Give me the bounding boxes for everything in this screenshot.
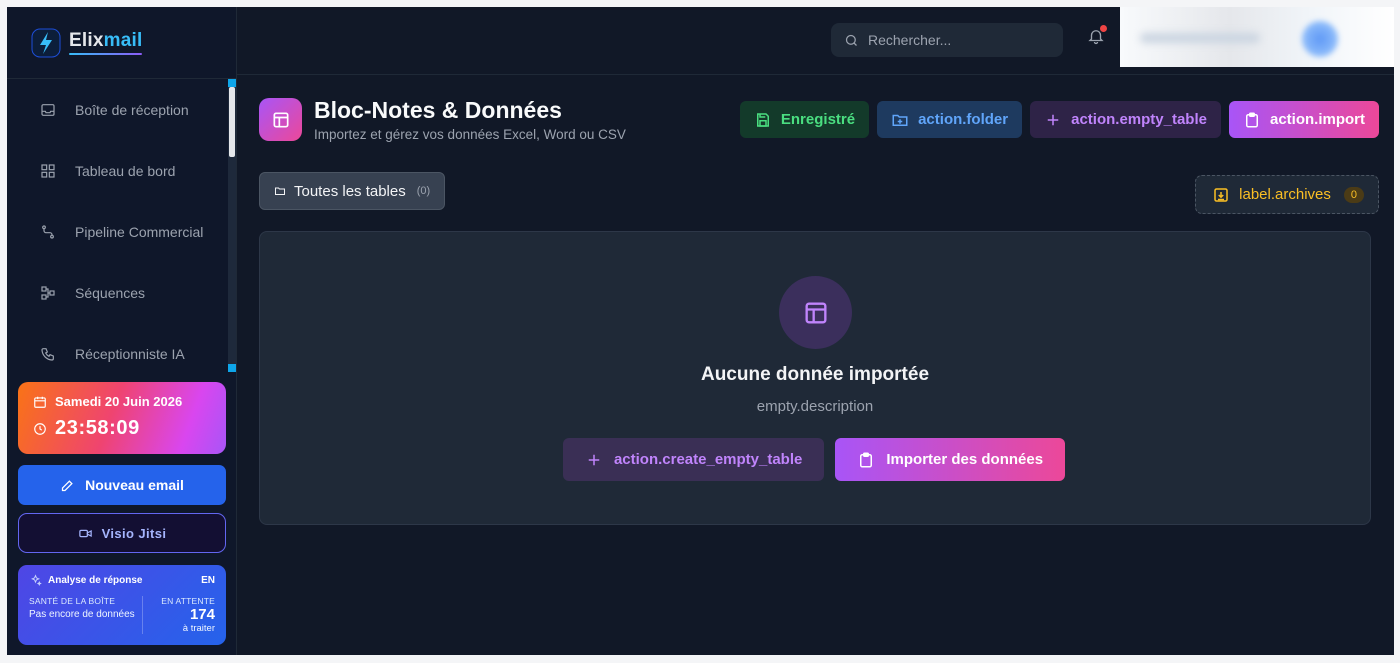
saved-button[interactable]: Enregistré [739,101,870,138]
datetime-widget: Samedi 20 Juin 2026 23:58:09 [18,382,226,454]
plus-icon [588,454,600,465]
create-empty-table-button[interactable]: action.create_empty_table [562,438,825,481]
analysis-title: Analyse de réponse [48,575,143,586]
analysis-language-toggle[interactable]: EN [201,575,215,586]
phone-icon [41,347,54,361]
pending-suffix: à traiter [182,623,215,634]
scroll-thumb[interactable] [229,87,235,157]
brand-underline [69,53,143,55]
import-data-button[interactable]: Importer des données [835,438,1066,481]
sidebar-item-label: Pipeline Commercial [75,223,204,240]
table-icon [259,98,302,141]
import-label: action.import [1269,111,1365,128]
response-analysis-card[interactable]: Analyse de réponse EN SANTÉ DE LA BOÎTE … [18,565,226,645]
empty-state-card: Aucune donnée importée empty.description… [259,231,1371,525]
empty-table-button[interactable]: action.empty_table [1030,101,1221,138]
folder-icon [275,187,285,195]
current-date: Samedi 20 Juin 2026 [55,394,183,409]
app-window: Elixmail Boîte de réception Tableau de b… [7,7,1394,655]
new-email-label: Nouveau email [85,477,184,493]
header-actions: Enregistré action.folder action.empty_ta… [739,101,1379,138]
main-content: Bloc-Notes & Données Importez et gérez v… [259,75,1379,655]
calendar-icon [34,396,46,408]
search-input[interactable] [868,32,1048,48]
folder-label: action.folder [918,111,1009,128]
page-title: Bloc-Notes & Données [314,97,562,123]
sidebar-item-sequences[interactable]: Séquences [7,262,237,323]
empty-table-label: action.empty_table [1071,111,1207,128]
page-subtitle: Importez et gérez vos données Excel, Wor… [314,127,626,142]
visio-jitsi-button[interactable]: Visio Jitsi [18,513,226,553]
route-icon [42,224,54,239]
search-icon [845,34,857,46]
lightning-logo-icon [31,28,61,57]
user-profile-blurred[interactable] [1120,7,1394,67]
new-email-button[interactable]: Nouveau email [18,465,226,505]
user-name-blurred [1140,33,1260,43]
pencil-icon [61,479,73,491]
plus-icon [1047,114,1059,125]
avatar[interactable] [1302,21,1338,57]
sidebar-item-label: Réceptionniste IA [75,345,185,362]
empty-table-icon [779,276,852,349]
inbox-icon [41,103,55,116]
workflow-icon [41,285,55,300]
save-icon [756,112,769,127]
pending-caption: EN ATTENTE [161,596,215,606]
archive-download-icon [1214,187,1228,202]
sidebar-item-pipeline[interactable]: Pipeline Commercial [7,201,237,262]
video-camera-icon [78,529,92,537]
tab-all-count: (0) [416,185,431,197]
empty-state-actions: action.create_empty_table Importer des d… [260,438,1370,481]
inbox-health-value: Pas encore de données [29,609,135,620]
create-empty-table-label: action.create_empty_table [613,451,803,468]
empty-state-description: empty.description [756,398,874,415]
dashboard-icon [41,163,55,178]
pending-count: 174 [189,606,215,623]
archives-count-badge: 0 [1343,186,1364,203]
archives-label: label.archives [1239,186,1331,203]
current-time: 23:58:09 [55,417,140,439]
scroll-down-arrow[interactable] [228,364,236,372]
sidebar-item-receptionist[interactable]: Réceptionniste IA [7,323,237,372]
sparkles-icon [31,574,42,586]
sidebar-item-label: Boîte de réception [75,101,189,118]
sidebar-nav: Boîte de réception Tableau de bord Pipel… [7,79,237,372]
sidebar-item-label: Séquences [75,284,146,301]
new-folder-button[interactable]: action.folder [877,101,1023,138]
notification-dot [1100,25,1107,32]
folder-plus-icon [892,114,908,126]
notifications-button[interactable] [1087,25,1107,49]
sidebar-item-dashboard[interactable]: Tableau de bord [7,140,237,201]
visio-jitsi-label: Visio Jitsi [101,525,167,541]
tab-all-tables[interactable]: Toutes les tables (0) [259,172,446,210]
brand-name: Elixmail [69,30,143,51]
archives-button[interactable]: label.archives 0 [1195,175,1379,214]
top-header [237,7,1394,75]
sidebar-item-label: Tableau de bord [75,162,176,179]
import-data-label: Importer des données [886,451,1044,468]
saved-label: Enregistré [780,111,856,128]
clock-icon [34,422,46,435]
brand-logo[interactable]: Elixmail [7,7,236,79]
inbox-health-caption: SANTÉ DE LA BOÎTE [29,596,116,606]
sidebar-item-inbox[interactable]: Boîte de réception [7,79,237,140]
scroll-up-arrow[interactable] [228,79,236,87]
sidebar: Elixmail Boîte de réception Tableau de b… [7,7,237,655]
import-button[interactable]: action.import [1228,101,1379,138]
clipboard-icon [860,452,873,467]
tab-all-label: Toutes les tables [294,182,406,200]
empty-state-title: Aucune donnée importée [700,364,930,385]
sidebar-scrollbar[interactable] [228,79,236,372]
search-box[interactable] [831,23,1063,57]
clipboard-icon [1245,112,1258,127]
